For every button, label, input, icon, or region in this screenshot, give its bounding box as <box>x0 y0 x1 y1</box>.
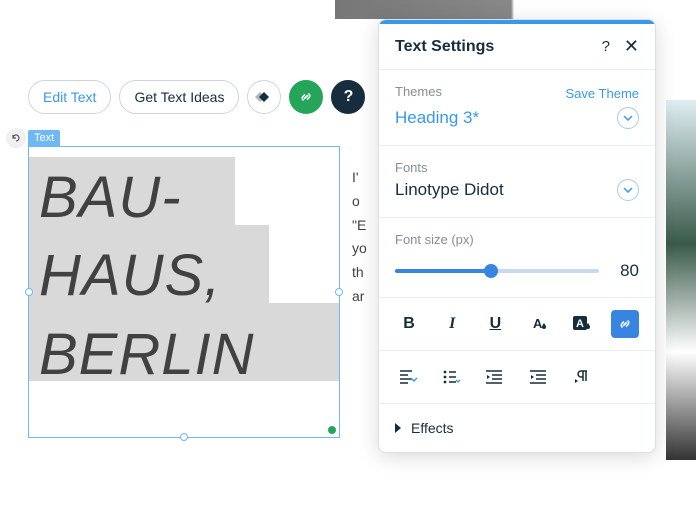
italic-button[interactable]: I <box>438 310 466 338</box>
fontsize-label: Font size (px) <box>395 232 639 247</box>
text-toolbar: Edit Text Get Text Ideas ? <box>28 80 365 114</box>
close-icon[interactable]: ✕ <box>624 36 639 57</box>
bold-button[interactable]: B <box>395 310 423 338</box>
resize-handle-right[interactable] <box>335 288 343 296</box>
status-dot <box>328 426 336 434</box>
effects-section[interactable]: Effects <box>379 404 655 452</box>
resize-handle-left[interactable] <box>25 288 33 296</box>
fonts-label: Fonts <box>395 160 639 175</box>
undo-icon[interactable] <box>6 128 26 148</box>
fonts-section: Fonts Linotype Didot <box>379 146 655 218</box>
animation-button[interactable] <box>247 80 281 114</box>
expand-icon <box>395 423 401 433</box>
resize-handle-bottom[interactable] <box>180 433 188 441</box>
theme-value[interactable]: Heading 3* <box>395 108 479 128</box>
edit-text-button[interactable]: Edit Text <box>28 80 111 114</box>
font-dropdown-icon[interactable] <box>617 179 639 201</box>
align-button[interactable] <box>395 363 423 391</box>
format-row: B I U A A <box>379 298 655 351</box>
underline-button[interactable]: U <box>481 310 509 338</box>
text-color-button[interactable]: A <box>525 310 553 338</box>
text-direction-button[interactable] <box>568 363 596 391</box>
help-button[interactable]: ? <box>331 80 365 114</box>
indent-decrease-button[interactable] <box>481 363 509 391</box>
adjacent-paragraph: I' o "E yo th ar <box>352 166 376 309</box>
selection-type-label: Text <box>28 130 60 146</box>
theme-dropdown-icon[interactable] <box>617 107 639 129</box>
svg-text:A: A <box>576 318 584 330</box>
svg-text:A: A <box>533 316 543 331</box>
get-text-ideas-button[interactable]: Get Text Ideas <box>119 80 239 114</box>
selected-text-element: Text BAU-HAUS,BERLIN <box>28 128 340 438</box>
panel-help-icon[interactable]: ? <box>602 38 610 55</box>
text-box[interactable]: BAU-HAUS,BERLIN <box>28 146 340 438</box>
text-content[interactable]: BAU-HAUS,BERLIN <box>29 147 339 394</box>
slider-thumb[interactable] <box>484 264 498 278</box>
link-button[interactable] <box>289 80 323 114</box>
save-theme-link[interactable]: Save Theme <box>566 86 639 101</box>
effects-label: Effects <box>411 420 454 436</box>
list-button[interactable] <box>438 363 466 391</box>
indent-increase-button[interactable] <box>525 363 553 391</box>
text-settings-panel: Text Settings ? ✕ Themes Save Theme Head… <box>378 19 656 453</box>
text-link-button[interactable] <box>611 310 639 338</box>
fontsize-slider[interactable] <box>395 269 599 273</box>
fontsize-section: Font size (px) 80 <box>379 218 655 298</box>
highlight-color-button[interactable]: A <box>568 310 596 338</box>
font-value[interactable]: Linotype Didot <box>395 180 504 200</box>
themes-label: Themes <box>395 84 442 99</box>
fontsize-value[interactable]: 80 <box>611 261 639 281</box>
panel-title: Text Settings <box>395 38 602 56</box>
themes-section: Themes Save Theme Heading 3* <box>379 70 655 146</box>
paragraph-row <box>379 351 655 404</box>
